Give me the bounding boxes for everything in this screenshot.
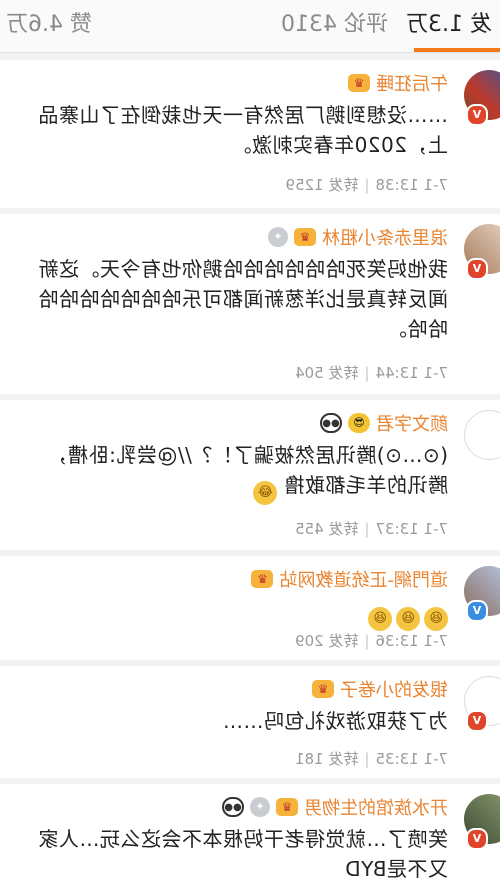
comment-text: 我他妈笑死哈哈哈哈哈哈鹅你也有今天。这新闻反转真是比洋葱新闻都可乐哈哈哈哈哈哈哈… [38, 257, 448, 341]
avatar[interactable]: V [464, 566, 500, 622]
repost-count[interactable]: 转发 1259 [285, 176, 358, 194]
avatar[interactable] [464, 410, 500, 460]
comment-time: 7-1 13:35 [375, 750, 449, 768]
silver-medal-icon: ✦ [268, 227, 288, 247]
tab-bar: 发 1.3万 评论 4310 赞 4.6万 [0, 0, 500, 53]
comment-item[interactable]: V 浪里赤条小粗林 ♛ ✦ 我他妈笑死哈哈哈哈哈哈鹅你也有今天。这新闻反转真是比… [0, 214, 500, 394]
verified-badge-icon: V [466, 828, 488, 850]
comment-meta: 7-1 13:36|转发 209 [295, 632, 449, 650]
panda-badge-icon: ●● [222, 797, 244, 817]
tab-like[interactable]: 赞 4.6万 [6, 6, 92, 38]
comment-time: 7-1 13:38 [375, 176, 449, 194]
repost-count[interactable]: 转发 181 [295, 750, 358, 768]
verified-badge-icon: V [466, 710, 488, 732]
vip-crown-icon: ♛ [251, 570, 274, 588]
grinning-emoji-icon: 😆 [396, 607, 420, 631]
grinning-emoji-icon: 😆 [368, 607, 392, 631]
verified-badge-icon: V [466, 258, 488, 280]
avatar[interactable]: V [464, 794, 500, 850]
comment-text: ……没想到鹅厂居然有一天也栽倒在了山寨品上，2020年春实刺激。 [38, 103, 448, 157]
comment-text-body: (⊙…⊙)腾讯居然被骗了！？//@尝乳:卧槽，腾讯的羊毛都敢撸 [47, 443, 448, 497]
avatar[interactable]: V [464, 70, 500, 126]
commenter-name[interactable]: 开水族馆的生物男 [304, 794, 448, 820]
comment-item[interactable]: V 午后狂睡 ♛ ……没想到鹅厂居然有一天也栽倒在了山寨品上，2020年春实刺激… [0, 60, 500, 208]
comment-text: (⊙…⊙)腾讯居然被骗了！？//@尝乳:卧槽，腾讯的羊毛都敢撸 😂 [28, 440, 448, 505]
active-tab-indicator [414, 48, 500, 52]
comment-text: 😆😆😆 [28, 596, 448, 631]
verified-badge-icon: V [466, 104, 488, 126]
tab-comment[interactable]: 评论 4310 [281, 6, 388, 38]
vip-crown-icon: ♛ [276, 798, 298, 816]
comment-meta: 7-1 13:38|转发 1259 [285, 176, 449, 194]
comment-item[interactable]: V 开水族馆的生物男 ♛ ✦ ●● 笑喷了…就觉得老干妈根本不会这么玩…人家又不… [0, 784, 500, 896]
comment-time: 7-1 13:36 [375, 632, 449, 650]
commenter-name[interactable]: 颜文字君 [376, 410, 448, 436]
tab-repost[interactable]: 发 1.3万 [406, 6, 492, 38]
comment-meta: 7-1 13:35|转发 181 [295, 750, 449, 768]
comment-item[interactable]: 颜文字君 😎 ●● (⊙…⊙)腾讯居然被骗了！？//@尝乳:卧槽，腾讯的羊毛都敢… [0, 400, 500, 550]
repost-count[interactable]: 转发 455 [295, 520, 358, 538]
commenter-name[interactable]: 道門網-正统道教网站 [280, 566, 449, 592]
avatar-image [464, 410, 500, 460]
commenter-name[interactable]: 银发的小卷子 [340, 676, 448, 702]
avatar[interactable]: V [464, 676, 500, 732]
vip-crown-icon: ♛ [294, 228, 316, 246]
comment-meta: 7-1 13:37|转发 455 [295, 520, 449, 538]
laughing-emoji-icon: 😂 [253, 481, 278, 505]
avatar[interactable]: V [464, 224, 500, 280]
commenter-name[interactable]: 午后狂睡 [376, 70, 448, 96]
silver-medal-icon: ✦ [250, 797, 270, 817]
comment-item[interactable]: V 道門網-正统道教网站 ♛ 😆😆😆 7-1 13:36|转发 209 [0, 556, 500, 660]
vip-crown-icon: ♛ [312, 680, 334, 698]
comment-page: 发 1.3万 评论 4310 赞 4.6万 V 午后狂睡 ♛ ……没想到鹅厂居然… [0, 0, 500, 896]
comment-text: 为了获取游戏礼包吗…… [222, 709, 449, 733]
comment-item[interactable]: V 银发的小卷子 ♛ 为了获取游戏礼包吗…… 7-1 13:35|转发 181 [0, 666, 500, 778]
repost-count[interactable]: 转发 209 [295, 632, 358, 650]
comment-time: 7-1 13:37 [375, 520, 449, 538]
verified-badge-icon: V [466, 600, 488, 622]
comment-meta: 7-1 13:44|转发 504 [295, 364, 449, 382]
grinning-emoji-icon: 😆 [424, 607, 448, 631]
sunglasses-badge-icon: 😎 [348, 413, 370, 433]
repost-count[interactable]: 转发 504 [295, 364, 358, 382]
commenter-name[interactable]: 浪里赤条小粗林 [322, 224, 448, 250]
comment-time: 7-1 13:44 [375, 364, 449, 382]
comment-text: 笑喷了…就觉得老干妈根本不会这么玩…人家又不是BYD [38, 827, 448, 881]
vip-crown-icon: ♛ [348, 74, 370, 92]
panda-badge-icon: ●● [320, 413, 342, 433]
